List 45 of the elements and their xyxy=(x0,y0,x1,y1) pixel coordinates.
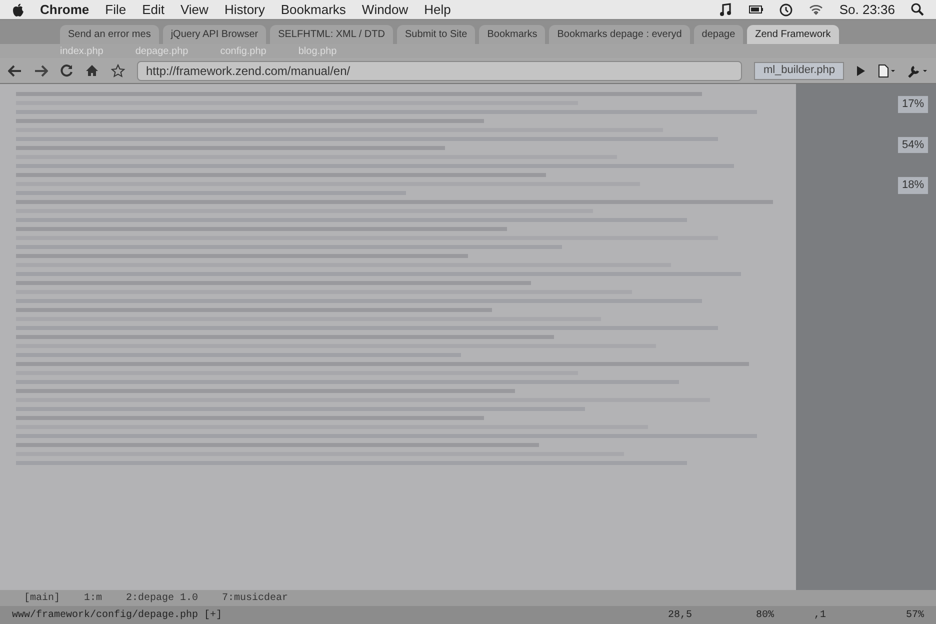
scroll-percent: 80% xyxy=(756,608,774,622)
time-machine-icon[interactable] xyxy=(779,2,794,16)
browser-tab[interactable]: jQuery API Browser xyxy=(162,25,266,44)
browser-tab[interactable]: Bookmarks depage : everyd xyxy=(549,25,690,44)
menu-item[interactable]: History xyxy=(224,0,265,20)
percent-label: 18% xyxy=(898,177,928,194)
file-path: www/framework/config/depage.php [+] xyxy=(12,608,222,622)
browser-tab[interactable]: Submit to Site xyxy=(396,25,476,44)
browser-tab[interactable]: SELFHTML: XML / DTD xyxy=(270,25,393,44)
menu-item[interactable]: Edit xyxy=(142,0,164,20)
wifi-icon[interactable] xyxy=(809,2,824,16)
reload-icon[interactable] xyxy=(60,64,73,77)
percent-label: 54% xyxy=(898,136,928,153)
battery-icon[interactable] xyxy=(749,2,764,16)
search-icon[interactable] xyxy=(911,3,924,16)
menu-clock[interactable]: So. 23:36 xyxy=(839,0,895,20)
app-menu[interactable]: Chrome xyxy=(40,0,90,20)
status-label: 1:m xyxy=(84,592,102,606)
address-field[interactable]: http://framework.zend.com/manual/en/ xyxy=(137,60,742,80)
browser-tab[interactable]: depage xyxy=(694,25,744,44)
status-label: [main] xyxy=(24,592,60,606)
status-label: 7:musicdear xyxy=(222,592,288,606)
page-menu-icon[interactable] xyxy=(878,64,896,78)
music-note-icon[interactable] xyxy=(719,2,734,16)
star-icon[interactable] xyxy=(111,64,125,78)
menu-item[interactable]: File xyxy=(105,0,126,20)
menu-item[interactable]: View xyxy=(180,0,208,20)
editor-tab[interactable]: ml_builder.php xyxy=(754,62,844,80)
forward-arrow-icon[interactable] xyxy=(34,64,48,76)
status-label: 2:depage 1.0 xyxy=(126,592,198,606)
scroll-percent: 57% xyxy=(906,608,924,622)
wrench-icon[interactable] xyxy=(908,64,928,78)
cursor-position: ,1 xyxy=(814,608,826,622)
cursor-position: 28,5 xyxy=(668,608,692,622)
menu-item[interactable]: Help xyxy=(424,0,451,20)
browser-tab[interactable]: Send an error mes xyxy=(60,25,159,44)
play-icon[interactable] xyxy=(856,64,866,76)
back-arrow-icon[interactable] xyxy=(8,64,22,76)
home-icon[interactable] xyxy=(85,64,99,77)
apple-logo-icon[interactable] xyxy=(12,2,24,16)
menu-item[interactable]: Bookmarks xyxy=(280,0,346,20)
browser-tab[interactable]: Bookmarks xyxy=(479,25,546,44)
percent-label: 17% xyxy=(898,96,928,112)
browser-tab[interactable]: Zend Framework xyxy=(747,25,839,44)
menu-item[interactable]: Window xyxy=(362,0,408,20)
